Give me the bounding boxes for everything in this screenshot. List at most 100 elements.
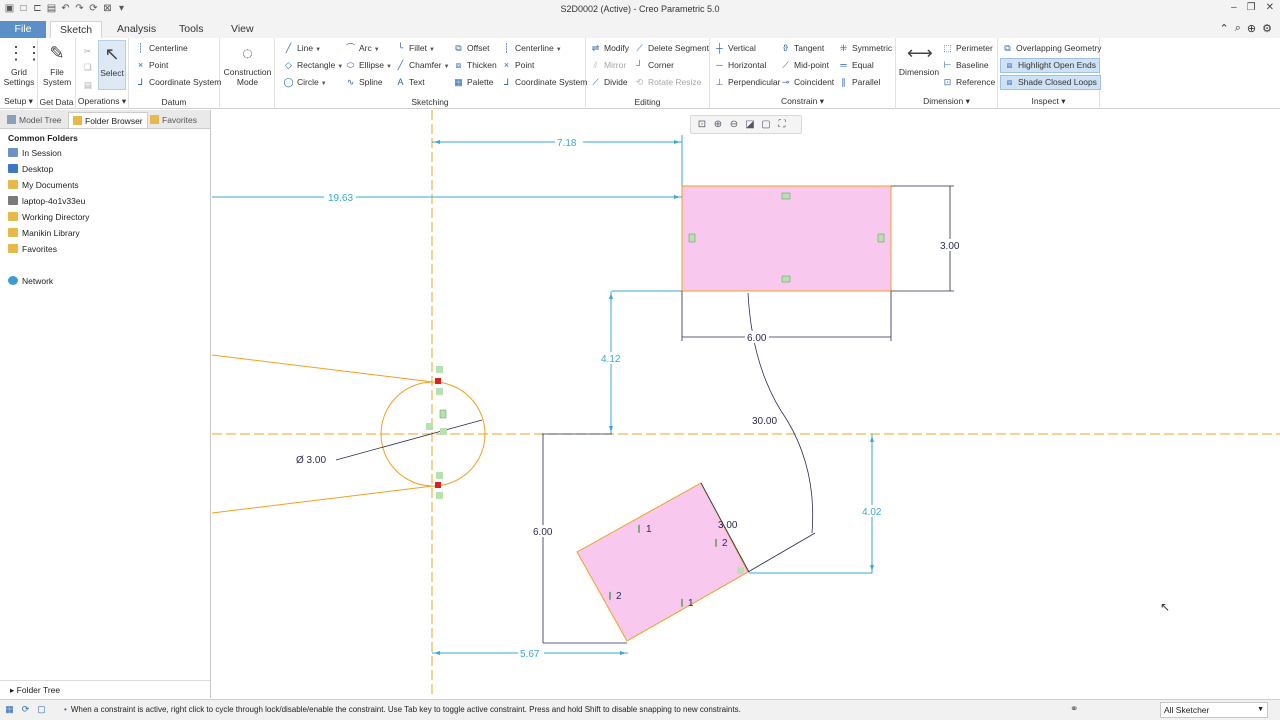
construction-mode-button[interactable]: ◌ Construction Mode [222,42,273,87]
equal-constraint-button[interactable]: ═ Equal [838,58,873,73]
horizontal-constraint-button[interactable]: ─ Horizontal [714,58,766,73]
fillet-button[interactable]: ╰ Fillet ▼ [395,41,435,56]
dim-7-18[interactable]: 7.18 [557,138,577,149]
highlight-open-ends-toggle[interactable]: ⧈ Highlight Open Ends [1000,58,1100,73]
dim-6-00-vertical[interactable]: 6.00 [533,527,553,538]
file-system-button[interactable]: ✎ File System [41,42,73,87]
modify-button[interactable]: ⇌ Modify [590,41,629,56]
perpendicular-constraint-button[interactable]: ⊥ Perpendicular [714,75,781,90]
line-button[interactable]: ╱ Line ▼ [283,41,321,56]
tab-file[interactable]: File [0,21,46,38]
refit-icon[interactable]: ⊡ [695,118,709,131]
tab-view[interactable]: View [222,21,263,38]
upper-tangent-line[interactable] [212,354,434,383]
restore-icon[interactable]: ❐ [1247,2,1256,13]
datum-centerline-button[interactable]: ┊ Centerline [135,41,188,56]
folder-in-session[interactable]: In Session [8,146,62,160]
dim-4-02[interactable]: 4.02 [862,507,882,518]
reference-button[interactable]: ⊡ Reference [942,75,996,90]
display-style-icon[interactable]: ▢ [759,118,773,131]
circle-button[interactable]: ◯ Circle ▼ [283,75,326,90]
spline-button[interactable]: ∿ Spline [345,75,383,90]
datum-point-button[interactable]: × Point [135,58,169,73]
minimize-icon[interactable]: – [1231,2,1237,13]
symmetric-constraint-button[interactable]: ⁜ Symmetric [838,41,892,56]
tab-sketch[interactable]: Sketch [50,21,103,38]
toggle-navigator-icon[interactable]: ▦ [4,704,15,715]
divide-button[interactable]: ⟋ Divide [590,75,627,90]
folder-favorites[interactable]: Favorites [8,242,57,256]
toggle-browser-icon[interactable]: ⟳ [20,704,31,715]
offset-button[interactable]: ⧉ Offset [453,41,489,56]
ellipse-button[interactable]: ⬭ Ellipse ▼ [345,58,392,73]
mirror-button[interactable]: ⫽ Mirror [590,58,626,73]
vertical-constraint-button[interactable]: ┼ Vertical [714,41,756,56]
tab-analysis[interactable]: Analysis [108,21,165,38]
sketch-centerline-button[interactable]: ┊ Centerline ▼ [501,41,562,56]
group-label-constrain[interactable]: Constrain ▾ [710,96,895,107]
dim-30-00-angle[interactable]: 30.00 [752,416,777,427]
text-button[interactable]: A Text [395,75,424,90]
rotate-resize-button[interactable]: ⟲ Rotate Resize [634,75,702,90]
folder-network[interactable]: Network [8,274,53,288]
group-label-dimension[interactable]: Dimension ▾ [896,96,997,107]
datum-coordinate-system-button[interactable]: ⅃ Coordinate System [135,75,221,90]
sketch-display-filters-icon[interactable]: ⛶ [775,118,789,131]
dimension-button[interactable]: ⟷ Dimension [898,42,940,77]
sketch-canvas[interactable]: 7.18 19.63 4.12 4.02 5.67 3.00 6.00 30.0… [212,110,1280,698]
tab-favorites[interactable]: Favorites [146,112,201,128]
tab-model-tree[interactable]: Model Tree [3,112,66,128]
folder-laptop[interactable]: laptop-4o1v33eu [8,194,85,208]
arc-button[interactable]: ⌒ Arc ▼ [345,41,380,56]
sketch-coordinate-system-button[interactable]: ⅃ Coordinate System [501,75,587,90]
dim-3-00-rotated[interactable]: 3.00 [718,520,738,531]
lower-tangent-line[interactable] [212,485,434,514]
perimeter-button[interactable]: ⬚ Perimeter [942,41,993,56]
sketch-point-button[interactable]: × Point [501,58,535,73]
coincident-constraint-button[interactable]: ⊸ Coincident [780,75,834,90]
dim-5-67[interactable]: 5.67 [520,649,540,660]
midpoint-constraint-button[interactable]: ⟋ Mid-point [780,58,829,73]
tab-folder-browser[interactable]: Folder Browser [68,112,148,128]
tangent-constraint-button[interactable]: ϑ Tangent [780,41,824,56]
settings-icon[interactable]: ⚙ [1262,22,1272,35]
corner-button[interactable]: ┘ Corner [634,58,674,73]
baseline-button[interactable]: ⊢ Baseline [942,58,989,73]
dim-3-00-rect[interactable]: 3.00 [940,241,960,252]
shade-closed-loops-toggle[interactable]: ⧈ Shade Closed Loops [1000,75,1101,90]
group-label-setup[interactable]: Setup ▾ [0,96,37,107]
dim-6-00-rect[interactable]: 6.00 [747,333,767,344]
full-screen-icon[interactable]: ▢ [36,704,47,715]
folder-desktop[interactable]: Desktop [8,162,53,176]
dim-19-63[interactable]: 19.63 [328,193,353,204]
repaint-icon[interactable]: ◪ [743,118,757,131]
overlapping-geometry-button[interactable]: ⧉ Overlapping Geometry [1002,41,1101,56]
zoom-out-icon[interactable]: ⊖ [727,118,741,131]
search-icon[interactable]: ⌕ [1235,22,1241,35]
grid-settings-button[interactable]: ⋮⋮ Grid Settings [3,42,43,87]
selection-filter-icon[interactable]: ⚭ [1070,704,1078,715]
selection-filter-dropdown[interactable]: All Sketcher ▼ [1160,702,1268,718]
chamfer-button[interactable]: ╱ Chamfer ▼ [395,58,450,73]
upper-rectangle[interactable] [681,185,892,292]
palette-button[interactable]: ▦ Palette [453,75,493,90]
delete-segment-button[interactable]: ⟋ Delete Segment [634,41,709,56]
group-label-inspect[interactable]: Inspect ▾ [998,96,1099,107]
tab-tools[interactable]: Tools [170,21,213,38]
ribbon-collapse-icon[interactable]: ⌃ [1220,22,1229,35]
parallel-constraint-button[interactable]: ∥ Parallel [838,75,880,90]
group-label-operations[interactable]: Operations ▾ [76,96,128,107]
folder-working-directory[interactable]: Working Directory [8,210,89,224]
dim-4-12[interactable]: 4.12 [601,354,621,365]
folder-my-documents[interactable]: My Documents [8,178,79,192]
rotated-rectangle[interactable] [576,482,749,642]
thicken-button[interactable]: ⧈ Thicken [453,58,497,73]
folder-manikin-library[interactable]: Manikin Library [8,226,80,240]
close-icon[interactable]: ✕ [1266,2,1274,13]
zoom-in-icon[interactable]: ⊕ [711,118,725,131]
dim-diameter[interactable]: Ø 3.00 [296,455,326,466]
select-button[interactable]: ↖ Select [98,40,126,90]
folder-tree-toggle[interactable]: ▸ Folder Tree [0,680,210,698]
rectangle-button[interactable]: ◇ Rectangle ▼ [283,58,343,73]
help-icon[interactable]: ⊕ [1247,22,1256,35]
